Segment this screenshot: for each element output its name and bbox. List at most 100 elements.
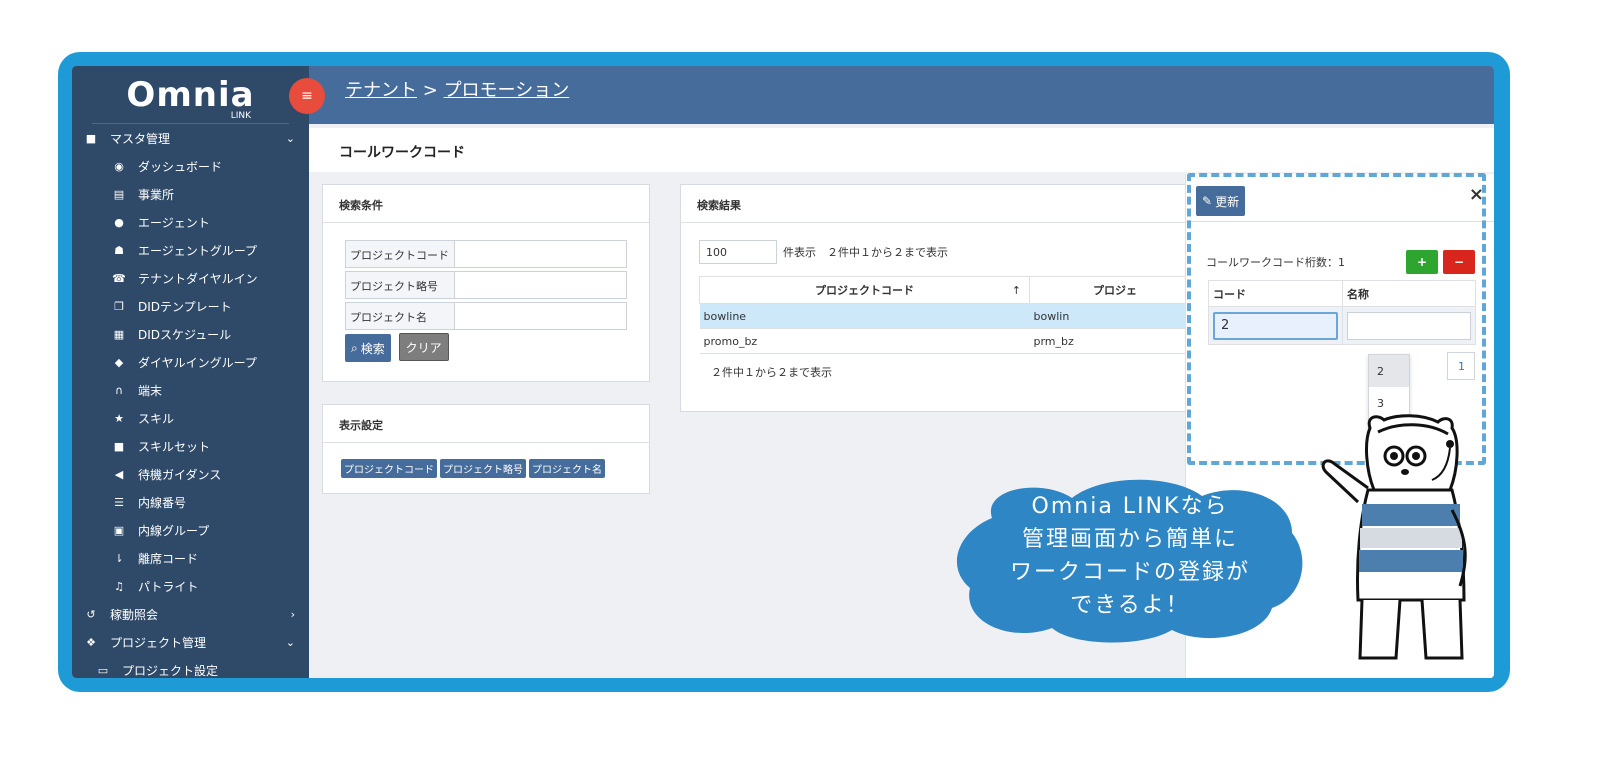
sidebar-group-label: マスタ管理	[110, 131, 171, 146]
column-header-code[interactable]: プロジェクトコード ↑	[699, 276, 1030, 304]
field-label: プロジェクト略号	[345, 271, 455, 299]
results-panel-title: 検索結果	[681, 185, 1199, 223]
breadcrumb-tenant-link[interactable]: テナント	[345, 80, 417, 101]
chevron-down-icon: ⌄	[285, 131, 295, 145]
sidebar-item-label: 端末	[138, 383, 163, 398]
top-header: ≡ テナント > プロモーション	[289, 66, 1494, 124]
sidebar-item-10[interactable]: ★ スキル	[72, 404, 309, 432]
page-size-select[interactable]: 100	[699, 240, 777, 264]
project-name-input[interactable]	[455, 302, 627, 330]
cell-abbr: prm_bz	[1029, 328, 1201, 354]
chevron-right-icon: ›	[290, 607, 295, 621]
sidebar-item-label: テナントダイヤルイン	[138, 271, 258, 286]
results-table: プロジェクトコード ↑ プロジェ bowline bowlin promo_bz…	[699, 276, 1201, 354]
sidebar-item-label: エージェント	[138, 215, 210, 230]
app-logo: Omnia LINK	[92, 66, 289, 124]
phone-icon: ☎	[112, 271, 126, 285]
id-card-icon: ▭	[97, 663, 109, 677]
search-button-label: 検索	[360, 341, 385, 356]
sidebar-item-3[interactable]: ● エージェント	[72, 208, 309, 236]
page-title: コールワークコード	[339, 145, 465, 161]
display-panel-title: 表示設定	[323, 405, 649, 443]
sidebar-item-4[interactable]: ☗ エージェントグループ	[72, 236, 309, 264]
field-project-abbr: プロジェクト略号	[345, 271, 627, 299]
sidebar: Omnia LINK ■ マスタ管理 ⌄ ◉ ダッシュボード ▤ 事業所 ● エージェント…	[72, 66, 309, 678]
star-icon: ★	[114, 411, 124, 425]
search-icon: ⌕	[351, 340, 358, 355]
bell-icon: ♫	[114, 579, 124, 593]
project-code-input[interactable]	[455, 240, 627, 268]
display-settings-panel: 表示設定 プロジェクトコード プロジェクト略号 プロジェクト名	[322, 404, 650, 494]
sidebar-group-master[interactable]: ■ マスタ管理 ⌄	[72, 124, 309, 152]
breadcrumb-promotion-link[interactable]: プロモーション	[444, 80, 570, 101]
tag-project-name[interactable]: プロジェクト名	[529, 459, 605, 478]
sidebar-item-label: 離席コード	[138, 551, 199, 566]
sidebar-item-14[interactable]: ▣ 内線グループ	[72, 516, 309, 544]
headset-icon: ∩	[114, 383, 124, 397]
logo-subtext: LINK	[230, 111, 251, 121]
bear-mascot-illustration	[1321, 414, 1467, 660]
search-button[interactable]: ⌕ 検索	[345, 334, 391, 362]
bubble-line: Omnia LINKなら	[1031, 494, 1229, 519]
sort-asc-icon: ↑	[1011, 284, 1021, 297]
sidebar-item-label: スキルセット	[138, 439, 211, 454]
sidebar-item-label: パトライト	[138, 579, 199, 594]
tags-icon: ◆	[114, 355, 124, 369]
sidebar-item-2[interactable]: ▤ 事業所	[72, 180, 309, 208]
building-icon: ▤	[113, 187, 125, 201]
sidebar-item-label: DIDテンプレート	[138, 299, 232, 314]
menu-toggle-button[interactable]: ≡	[289, 78, 325, 114]
sidebar-item-label: DIDスケジュール	[138, 327, 232, 342]
sidebar-item-8[interactable]: ◆ ダイヤルイングループ	[72, 348, 309, 376]
sidebar-item-13[interactable]: ☰ 内線番号	[72, 488, 309, 516]
field-project-code: プロジェクトコード	[345, 240, 627, 268]
sidebar-item-1[interactable]: ◉ ダッシュボード	[72, 152, 309, 180]
sidebar-item-label: プロジェクト設定	[122, 663, 219, 678]
sidebar-item-label: ダッシュボード	[138, 159, 223, 174]
bullhorn-icon: ◀	[114, 467, 124, 481]
search-panel: 検索条件 プロジェクトコード プロジェクト略号 プロジェクト名 ⌕ 検索 クリア	[322, 184, 650, 382]
calendar-icon: ▦	[113, 327, 125, 341]
sidebar-item-9[interactable]: ∩ 端末	[72, 376, 309, 404]
sort-icon: ⇂	[114, 551, 124, 565]
results-footer: ２件中１から２まで表示	[711, 366, 832, 379]
sidebar-nav: ■ マスタ管理 ⌄ ◉ ダッシュボード ▤ 事業所 ● エージェント ☗ エージェントグループ…	[72, 124, 309, 678]
clear-button-label: クリア	[405, 340, 442, 355]
history-icon: ↺	[86, 607, 96, 621]
sidebar-item-16[interactable]: ♫ パトライト	[72, 572, 309, 600]
sidebar-item-label: エージェントグループ	[138, 243, 258, 258]
clear-button[interactable]: クリア	[398, 333, 449, 361]
sidebar-item-label: 事業所	[138, 187, 175, 202]
sidebar-item-15[interactable]: ⇂ 離席コード	[72, 544, 309, 572]
briefcase-icon: ■	[85, 131, 97, 145]
cell-code: promo_bz	[699, 328, 1030, 354]
sidebar-item-11[interactable]: ■ スキルセット	[72, 432, 309, 460]
tag-project-code[interactable]: プロジェクトコード	[341, 459, 437, 478]
speech-bubble: Omnia LINKなら 管理画面から簡単に ワークコードの登録が できるよ！	[952, 478, 1308, 646]
project-abbr-input[interactable]	[455, 271, 627, 299]
sidebar-item-label: 待機ガイダンス	[138, 467, 222, 482]
column-header-abbr[interactable]: プロジェ	[1029, 276, 1201, 304]
sidebar-group-label: 稼動照会	[110, 607, 159, 622]
field-label: プロジェクト名	[345, 302, 455, 330]
user-icon: ●	[114, 215, 124, 229]
sidebar-item-7[interactable]: ▦ DIDスケジュール	[72, 320, 309, 348]
column-header-label: プロジェ	[1093, 284, 1137, 297]
book-icon: ■	[113, 439, 125, 453]
column-header-label: プロジェクトコード	[815, 284, 914, 297]
sidebar-item-6[interactable]: ❐ DIDテンプレート	[72, 292, 309, 320]
sidebar-item-12[interactable]: ◀ 待機ガイダンス	[72, 460, 309, 488]
menu-icon: ≡	[301, 88, 313, 104]
sidebar-item-label: ダイヤルイングループ	[138, 355, 257, 370]
sidebar-group-monitor[interactable]: ↺ 稼動照会 ›	[72, 600, 309, 628]
sidebar-item-5[interactable]: ☎ テナントダイヤルイン	[72, 264, 309, 292]
sidebar-group-project[interactable]: ❖ プロジェクト管理 ⌄	[72, 628, 309, 656]
table-row[interactable]: bowline bowlin	[699, 303, 1201, 329]
field-project-name: プロジェクト名	[345, 302, 627, 330]
users-icon: ☗	[114, 243, 124, 257]
sidebar-item-project-settings[interactable]: ▭ プロジェクト設定	[72, 656, 309, 678]
table-row[interactable]: promo_bz prm_bz	[699, 328, 1201, 354]
list-icon: ☰	[114, 495, 124, 509]
cubes-icon: ❖	[86, 635, 96, 649]
tag-project-abbr[interactable]: プロジェクト略号	[440, 459, 526, 478]
